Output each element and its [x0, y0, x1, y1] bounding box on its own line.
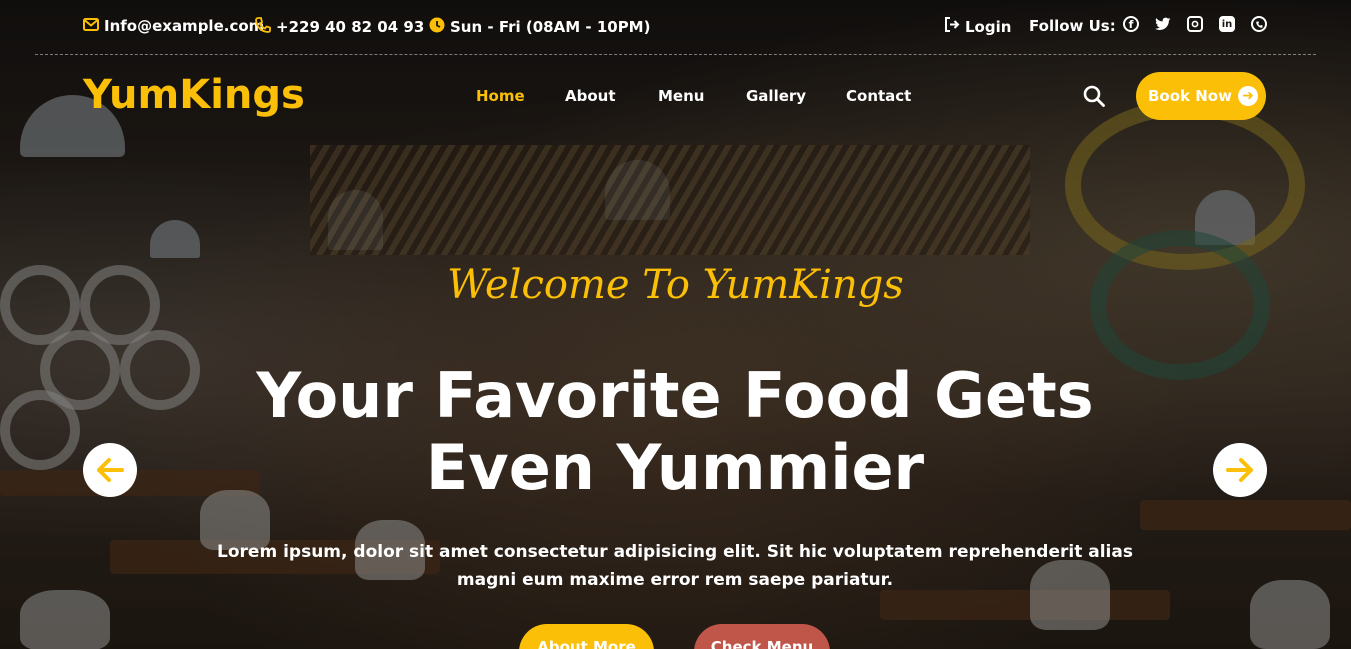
slider-prev-button[interactable]: [83, 443, 137, 497]
phone-text: +229 40 82 04 93: [276, 17, 425, 36]
top-info-bar: Info@example.com +229 40 82 04 93 Sun - …: [35, 0, 1316, 55]
login-label: Login: [965, 17, 1012, 36]
instagram-icon[interactable]: [1187, 16, 1203, 32]
search-button[interactable]: [1083, 85, 1105, 107]
follow-label: Follow Us:: [1029, 17, 1116, 35]
arrow-right-icon: [1226, 458, 1253, 482]
search-icon: [1083, 85, 1105, 107]
login-icon: [944, 17, 960, 36]
nav-home[interactable]: Home: [476, 87, 525, 105]
twitter-icon[interactable]: [1155, 16, 1171, 32]
book-now-label: Book Now: [1148, 87, 1232, 105]
clock-icon: [429, 17, 445, 36]
check-menu-label: Check Menu: [710, 638, 814, 649]
facebook-icon[interactable]: f: [1123, 16, 1139, 32]
nav-contact[interactable]: Contact: [846, 87, 911, 105]
phone-icon: [255, 17, 271, 36]
hero-welcome-script: Welcome To YumKings: [447, 262, 904, 308]
email-link[interactable]: Info@example.com: [83, 17, 264, 35]
nav-menu[interactable]: Menu: [658, 87, 704, 105]
envelope-icon: [83, 18, 99, 34]
hero-lead-text: Lorem ipsum, dolor sit amet consectetur …: [217, 542, 1133, 590]
hours-text: Sun - Fri (08AM - 10PM): [450, 17, 651, 36]
login-link[interactable]: Login: [944, 17, 1011, 36]
slider-next-button[interactable]: [1213, 443, 1267, 497]
site-logo[interactable]: YumKings: [83, 72, 305, 118]
about-more-label: About More: [537, 638, 636, 649]
email-text: Info@example.com: [104, 17, 265, 35]
phone-link[interactable]: +229 40 82 04 93: [255, 17, 424, 36]
arrow-right-circle-icon: ➜: [1238, 86, 1258, 106]
social-links: f in: [1123, 16, 1267, 32]
arrow-left-icon: [97, 458, 124, 482]
opening-hours: Sun - Fri (08AM - 10PM): [429, 17, 650, 36]
check-menu-button[interactable]: Check Menu: [694, 624, 830, 649]
linkedin-icon[interactable]: in: [1219, 16, 1235, 32]
book-now-button[interactable]: Book Now ➜: [1136, 72, 1266, 120]
nav-about[interactable]: About: [565, 87, 616, 105]
hero-headline: Your Favorite Food Gets Even Yummier: [256, 359, 1094, 504]
whatsapp-icon[interactable]: [1251, 16, 1267, 32]
about-more-button[interactable]: About More: [519, 624, 654, 649]
nav-gallery[interactable]: Gallery: [746, 87, 806, 105]
